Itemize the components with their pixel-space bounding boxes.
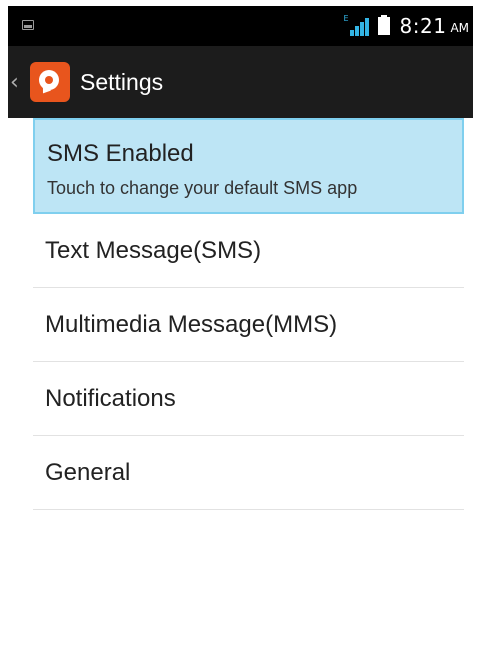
settings-item-label: Notifications (45, 385, 176, 412)
settings-item-general[interactable]: General (33, 436, 464, 510)
app-icon[interactable] (30, 62, 70, 102)
settings-item-label: General (45, 459, 131, 486)
status-bar: E 8:21 AM (8, 6, 473, 46)
clock-ampm: AM (450, 21, 469, 35)
settings-item-sms-enabled[interactable]: SMS Enabled Touch to change your default… (33, 118, 464, 214)
settings-item-summary: Touch to change your default SMS app (47, 178, 358, 198)
signal-icon: E (343, 14, 370, 36)
network-type-label: E (343, 14, 349, 23)
settings-item-notifications[interactable]: Notifications (33, 362, 464, 436)
battery-icon (377, 15, 390, 35)
settings-item-label: Text Message(SMS) (45, 237, 262, 264)
settings-item-label: Multimedia Message(MMS) (45, 311, 338, 338)
settings-item-label: SMS Enabled (47, 140, 194, 167)
status-indicators: E 8:21 AM (344, 14, 469, 38)
action-bar: ‹ Settings (8, 46, 473, 118)
settings-item-text-message[interactable]: Text Message(SMS) (33, 214, 464, 288)
notification-icon (22, 20, 34, 30)
settings-item-multimedia-message[interactable]: Multimedia Message(MMS) (33, 288, 464, 362)
back-icon[interactable]: ‹ (10, 70, 24, 95)
settings-list: SMS Enabled Touch to change your default… (33, 118, 464, 510)
page-title: Settings (80, 68, 164, 95)
clock: 8:21 (399, 14, 447, 38)
